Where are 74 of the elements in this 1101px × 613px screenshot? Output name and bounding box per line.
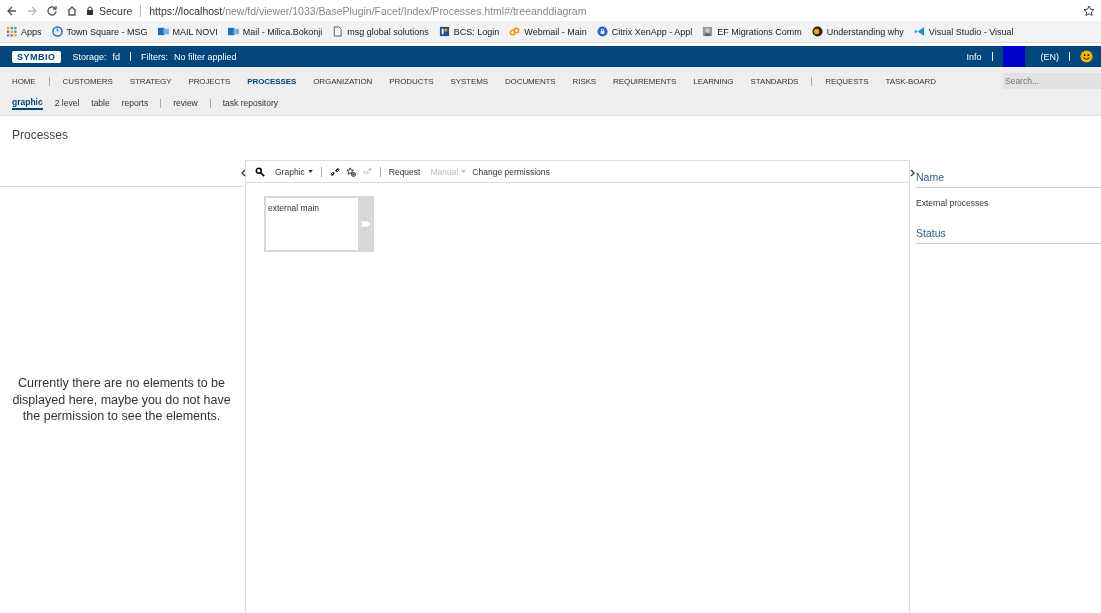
nav-tab[interactable]: RISKS [572,76,597,86]
view-dropdown[interactable]: Graphic [275,166,313,177]
address-bar[interactable]: Secure https://localhost/new/fd/viewer/1033/BasePlugin/Facet/Index/Processes.html#/treeanddiagram [86,1,1075,20]
page-title: Processes [11,127,70,144]
mail-icon [227,26,239,37]
request-button[interactable]: Request [388,166,421,177]
reload-icon[interactable] [46,4,58,17]
star-add-icon[interactable] [345,166,356,177]
bookmark[interactable]: msg global solutions [332,26,429,37]
nav-tab[interactable]: PRODUCTS [389,76,434,86]
view-tab[interactable]: reports [121,97,149,109]
bookmark[interactable]: Town Square - MSG [51,26,148,37]
process-node[interactable]: external main [264,196,374,252]
nav-tab[interactable]: REQUESTS [825,76,869,86]
collapse-left-icon[interactable] [241,169,246,177]
bookmark[interactable]: BCS: Login [438,26,500,37]
nav-tab[interactable]: LEARNING [693,76,734,86]
search-field[interactable]: Search... [1003,73,1101,89]
smiley-icon[interactable] [1080,50,1093,63]
nav-tab[interactable]: PROCESSES [247,76,297,86]
caret-icon [307,170,313,173]
lock-icon [86,5,94,16]
page-icon [332,26,344,37]
nav-tab[interactable]: SYSTEMS [450,76,488,86]
arrow-tag-icon [360,221,370,227]
storage-value[interactable]: fd [112,51,121,62]
empty-message: Currently there are no elements to be displayed here, maybe you do not have the permission to see the elements. [11,374,232,426]
nav-tab[interactable]: ORGANIZATION [313,76,373,86]
nav-tab[interactable]: TASK-BOARD [885,76,936,86]
clock-icon [51,26,63,37]
name-heading: Name [916,164,1101,188]
nav-tab[interactable]: REQUIREMENTS [613,76,677,86]
storage-label: Storage: [72,51,107,62]
status-heading: Status [916,220,1101,244]
language-link[interactable]: (EN) [1040,51,1059,62]
view-tab[interactable]: graphic [12,96,43,110]
change-permissions-button[interactable]: Change permissions [472,166,550,177]
caret-icon [461,170,467,173]
logo[interactable]: SYMBIO [12,50,61,63]
name-value: External processes [916,197,990,210]
bookmark[interactable]: MAIL NOVI [157,26,218,37]
collapse-right-icon[interactable] [910,169,915,177]
padlock-icon [596,26,608,37]
bookmark[interactable]: Webmail - Main [509,26,587,37]
star-icon[interactable] [1083,4,1095,17]
back-icon[interactable] [6,4,18,17]
nav-tab[interactable]: STANDARDS [750,76,799,86]
bookmark[interactable]: Understanding why [811,26,904,37]
nav-tab[interactable]: DOCUMENTS [504,76,556,86]
search-icon[interactable] [255,166,265,177]
filters-value[interactable]: No filter applied [174,51,237,62]
nav-tab[interactable]: STRATEGY [129,76,172,86]
apps-grid-icon [6,26,17,37]
process-name: external main [266,198,358,250]
bookmark[interactable]: Citrix XenApp - Appl [596,26,693,37]
chain-icon [509,26,521,37]
bookmark[interactable]: Mail - Milica.Bokonji [227,26,323,37]
home-icon[interactable] [66,4,78,17]
filters-label: Filters: [141,51,169,62]
nav-tab[interactable]: CUSTOMERS [62,76,113,86]
link-icon[interactable] [329,166,340,177]
board-icon [438,26,450,37]
view-tab[interactable]: 2 level [54,97,80,109]
view-tab[interactable]: review [173,97,198,109]
view-tab[interactable]: task repository [222,97,279,109]
nav-tab[interactable]: PROJECTS [188,76,231,86]
bookmark[interactable]: Apps [6,26,42,37]
bookmark[interactable]: Visual Studio - Visual [913,26,1014,37]
nav-tab[interactable]: HOME [12,76,36,86]
info-link[interactable]: Info [966,51,982,62]
bookmark[interactable]: EF Migrations Comm [702,26,802,37]
mail-icon [157,26,169,37]
view-tab[interactable]: table [91,97,110,109]
photo-thumbnail-icon [702,26,714,37]
